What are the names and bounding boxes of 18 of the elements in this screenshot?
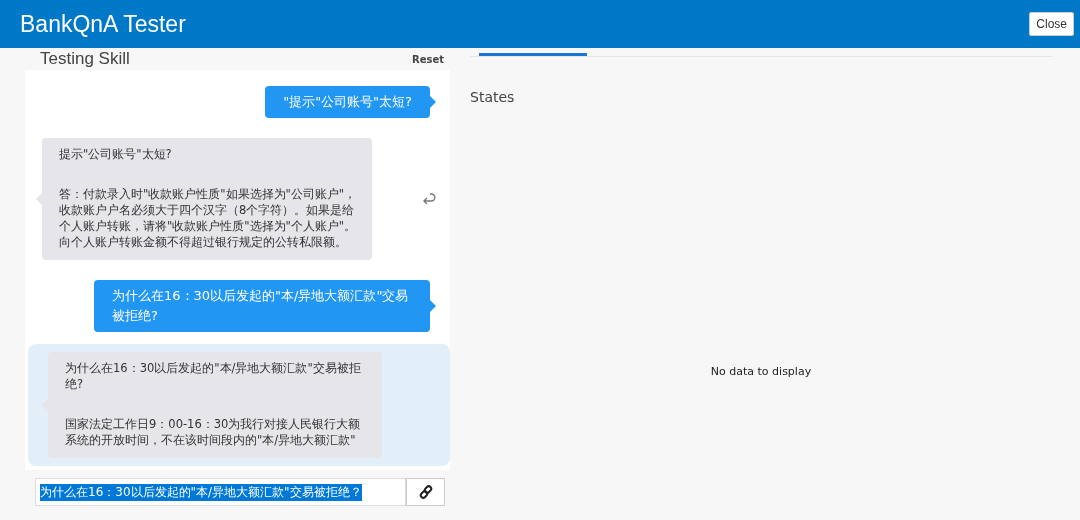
message-question: 提示"公司账号"太短? bbox=[59, 146, 173, 162]
message-answer: 国家法定工作日9：00-16：30为我行对接人民银行大额系统的开放时间，不在该时间段内的"本/异地大额汇款" bbox=[65, 416, 362, 448]
link-icon bbox=[418, 485, 433, 499]
user-message: "提示"公司账号"太短? bbox=[265, 86, 430, 118]
message-answer: 答：付款录入时"收款账户性质"如果选择为"公司账户"，收款账户户名必须大于四个汉字（8个字符）。如果是给个人账户转账，请将"收款账户性质"选择为"个人账户"。向个人账户转账金额不得超过银行规定的公转私限额。 bbox=[59, 186, 358, 250]
close-button[interactable]: Close bbox=[1029, 12, 1074, 36]
reset-link[interactable]: Reset bbox=[412, 53, 444, 65]
bubble-tail bbox=[430, 300, 436, 312]
message-question: 为什么在16：30以后发起的"本/异地大额汇款"交易被拒绝? bbox=[65, 360, 362, 392]
user-message: 为什么在16：30以后发起的"本/异地大额汇款"交易被拒绝? bbox=[94, 280, 430, 332]
reply-icon[interactable] bbox=[422, 193, 436, 205]
panel-title: Testing Skill bbox=[40, 49, 130, 69]
bubble-tail bbox=[430, 96, 436, 108]
window-title: BankQnA Tester bbox=[20, 10, 186, 38]
empty-message: No data to display bbox=[709, 365, 813, 378]
input-field[interactable]: 为什么在16：30以后发起的"本/异地大额汇款"交易被拒绝？ bbox=[35, 478, 406, 506]
link-button[interactable] bbox=[406, 478, 445, 506]
section-heading: States bbox=[470, 89, 516, 105]
